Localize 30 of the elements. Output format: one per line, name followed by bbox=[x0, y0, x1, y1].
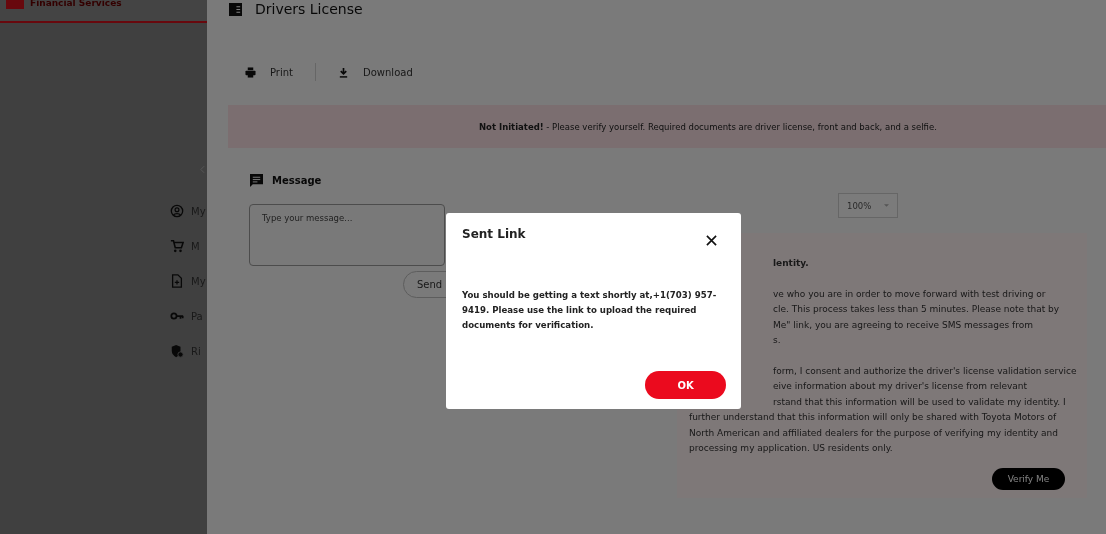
dialog-message: You should be getting a text shortly at,+1(703) 957-9419. Please use the link to upload the required documents for verification. bbox=[462, 289, 718, 332]
zoom-dropdown[interactable]: 100% bbox=[838, 193, 898, 218]
close-icon[interactable] bbox=[706, 235, 717, 246]
consent-text: s. bbox=[773, 334, 781, 347]
shield-icon bbox=[170, 344, 184, 358]
consent-text: processing my application. US residents only. bbox=[689, 442, 893, 455]
consent-text: eive information about my driver's license from relevant bbox=[773, 380, 1028, 393]
printer-icon bbox=[245, 66, 256, 78]
message-icon bbox=[250, 174, 263, 187]
consent-text: lentity. bbox=[773, 257, 809, 270]
consent-text: ve who you are in order to move forward with test driving or bbox=[773, 287, 1046, 301]
page-title: Drivers License bbox=[255, 1, 363, 17]
consent-text: further understand that this information will only be shared with Toyota Motors of bbox=[689, 411, 1057, 424]
ok-button[interactable]: OK bbox=[645, 371, 726, 399]
download-button[interactable]: Download bbox=[338, 66, 413, 78]
document-icon bbox=[170, 274, 184, 288]
consent-text: cle. This process takes less than 5 minutes. Please note that by bbox=[773, 303, 1060, 316]
status-message: Not Initiated! - Please verify yourself. Required documents are driver license, front and back, and a selfie. bbox=[479, 121, 937, 132]
print-button[interactable]: Print bbox=[245, 66, 293, 78]
download-icon bbox=[338, 66, 349, 78]
brand-name: Financial Services bbox=[30, 0, 122, 8]
verify-button[interactable]: Verify Me bbox=[992, 467, 1065, 490]
consent-text: Me" link, you are agreeing to receive SMS messages from bbox=[773, 318, 1033, 332]
section-heading: Message bbox=[272, 175, 322, 186]
consent-text: North American and affiliated dealers for the purpose of verifying my identity and bbox=[689, 426, 1059, 440]
dialog-title: Sent Link bbox=[462, 227, 526, 241]
user-icon bbox=[170, 204, 184, 218]
consent-text: rstand that this information will be used to validate my identity. I bbox=[773, 395, 1066, 409]
message-field[interactable]: Type your message... bbox=[249, 204, 445, 266]
cart-icon bbox=[170, 239, 184, 253]
